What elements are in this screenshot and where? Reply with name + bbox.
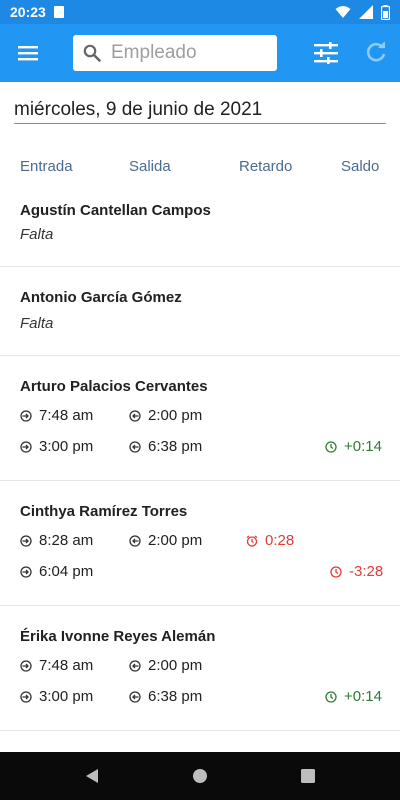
employee-name: Antonio García Gómez (20, 289, 182, 306)
recents-icon[interactable] (300, 768, 316, 784)
entry-time: 8:28 am (20, 532, 93, 549)
balance-value: +0:14 (325, 438, 382, 455)
status-time: 20:23 (10, 4, 46, 20)
attendance-record[interactable]: Agustín Cantellan Campos Falta (0, 188, 400, 267)
time-row: 7:48 am 2:00 pm (0, 652, 400, 683)
column-salida: Salida (129, 158, 171, 175)
attendance-record[interactable]: Érika Ivonne Reyes Alemán 7:48 am 2:00 p… (0, 606, 400, 731)
logout-icon (129, 534, 141, 547)
attendance-record[interactable]: Antonio García Gómez Falta (0, 267, 400, 356)
signal-icon (359, 5, 373, 19)
entry-time: 3:00 pm (20, 438, 93, 455)
exit-time: 6:38 pm (129, 438, 202, 455)
column-entrada: Entrada (20, 158, 73, 175)
employee-name: Érika Ivonne Reyes Alemán (20, 628, 216, 645)
login-icon (20, 440, 32, 453)
refresh-icon (366, 42, 386, 62)
employee-name: Arturo Palacios Cervantes (20, 378, 208, 395)
login-icon (20, 690, 32, 703)
absence-status: Falta (20, 315, 54, 332)
clock-alert-icon (330, 565, 342, 578)
search-box[interactable] (73, 35, 277, 71)
logout-icon (129, 690, 141, 703)
login-icon (20, 565, 32, 578)
time-row: 3:00 pm 6:38 pm +0:14 (0, 433, 400, 464)
date-picker[interactable]: miércoles, 9 de junio de 2021 (14, 96, 386, 124)
system-nav-bar (0, 752, 400, 800)
entry-time: 7:48 am (20, 657, 93, 674)
battery-icon (381, 4, 390, 20)
login-icon (20, 409, 32, 422)
balance-value: -3:28 (330, 563, 383, 580)
balance-value: +0:14 (325, 688, 382, 705)
status-bar: 20:23 (0, 0, 400, 24)
clock-check-icon (325, 440, 337, 453)
hamburger-icon (18, 46, 38, 61)
attendance-list: Agustín Cantellan Campos Falta Antonio G… (0, 188, 400, 731)
column-retardo: Retardo (239, 158, 293, 175)
exit-time: 2:00 pm (129, 407, 202, 424)
app-bar (0, 24, 400, 82)
delay-value: 0:28 (246, 532, 294, 549)
attendance-record[interactable]: Cinthya Ramírez Torres 8:28 am 2:00 pm 0… (0, 481, 400, 606)
absence-status: Falta (20, 226, 54, 243)
exit-time: 2:00 pm (129, 657, 202, 674)
sd-card-icon (53, 6, 64, 18)
clock-check-icon (325, 690, 337, 703)
employee-name: Cinthya Ramírez Torres (20, 503, 188, 520)
entry-time: 6:04 pm (20, 563, 93, 580)
entry-time: 7:48 am (20, 407, 93, 424)
time-row: 3:00 pm 6:38 pm +0:14 (0, 683, 400, 714)
logout-icon (129, 440, 141, 453)
employee-search-input[interactable] (111, 42, 261, 64)
wifi-icon (335, 6, 351, 18)
home-icon[interactable] (192, 768, 208, 784)
logout-icon (129, 409, 141, 422)
login-icon (20, 659, 32, 672)
tune-icon (314, 42, 338, 64)
login-icon (20, 534, 32, 547)
time-row: 6:04 pm -3:28 (0, 558, 400, 589)
time-row: 8:28 am 2:00 pm 0:28 (0, 527, 400, 558)
exit-time: 2:00 pm (129, 532, 202, 549)
alarm-icon (246, 534, 258, 547)
exit-time: 6:38 pm (129, 688, 202, 705)
employee-name: Agustín Cantellan Campos (20, 202, 211, 219)
back-icon[interactable] (84, 768, 100, 784)
time-row: 7:48 am 2:00 pm (0, 402, 400, 433)
filter-button[interactable] (312, 39, 340, 67)
column-headers: Entrada Salida Retardo Saldo (0, 158, 400, 178)
entry-time: 3:00 pm (20, 688, 93, 705)
column-saldo: Saldo (341, 158, 380, 175)
search-icon (83, 44, 101, 62)
logout-icon (129, 659, 141, 672)
refresh-button[interactable] (362, 39, 390, 67)
attendance-record[interactable]: Arturo Palacios Cervantes 7:48 am 2:00 p… (0, 356, 400, 481)
menu-button[interactable] (0, 24, 56, 82)
